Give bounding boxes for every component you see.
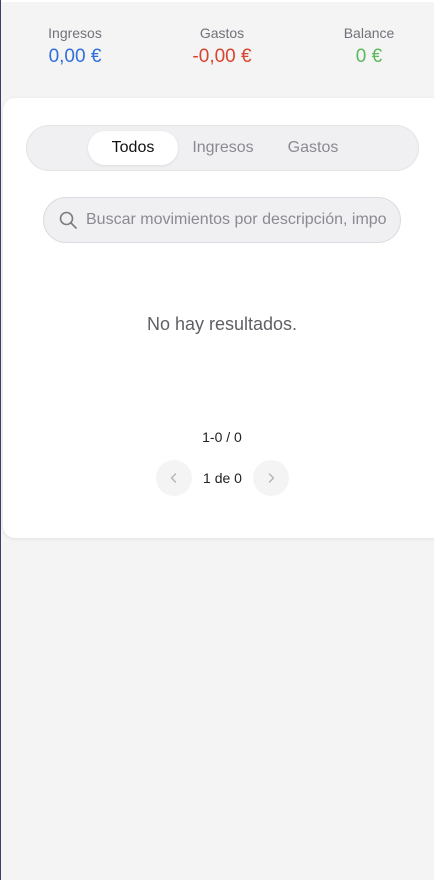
pagination: 1 de 0: [3, 460, 434, 496]
chevron-left-icon: [170, 473, 177, 483]
filter-tabs: Todos Ingresos Gastos: [26, 125, 419, 171]
page-indicator: 1 de 0: [203, 470, 242, 486]
tab-expense[interactable]: Gastos: [273, 131, 353, 165]
chevron-right-icon: [268, 473, 275, 483]
expense-value: -0,00 €: [192, 46, 252, 67]
balance-stat: Balance 0 €: [309, 24, 429, 70]
top-divider: [1, 0, 434, 2]
income-value: 0,00 €: [48, 46, 102, 67]
results-range: 1-0 / 0: [202, 429, 242, 445]
empty-results-message: No hay resultados.: [146, 314, 298, 334]
search-icon: [58, 210, 78, 230]
previous-page-button[interactable]: [156, 460, 192, 496]
balance-label: Balance: [343, 25, 395, 41]
search-input[interactable]: [86, 198, 386, 242]
app-root: Ingresos 0,00 € Gastos -0,00 € Balance 0…: [0, 0, 434, 880]
balance-value: 0 €: [355, 46, 383, 67]
expense-label: Gastos: [199, 25, 245, 41]
expense-stat: Gastos -0,00 €: [162, 24, 282, 70]
transactions-card: Todos Ingresos Gastos No hay resultados.…: [3, 98, 434, 538]
tab-income[interactable]: Ingresos: [179, 131, 267, 165]
next-page-button[interactable]: [253, 460, 289, 496]
tab-all[interactable]: Todos: [88, 131, 178, 165]
summary-bar: Ingresos 0,00 € Gastos -0,00 € Balance 0…: [1, 24, 434, 74]
search-box: [43, 197, 401, 243]
income-label: Ingresos: [48, 25, 102, 41]
income-stat: Ingresos 0,00 €: [15, 24, 135, 70]
